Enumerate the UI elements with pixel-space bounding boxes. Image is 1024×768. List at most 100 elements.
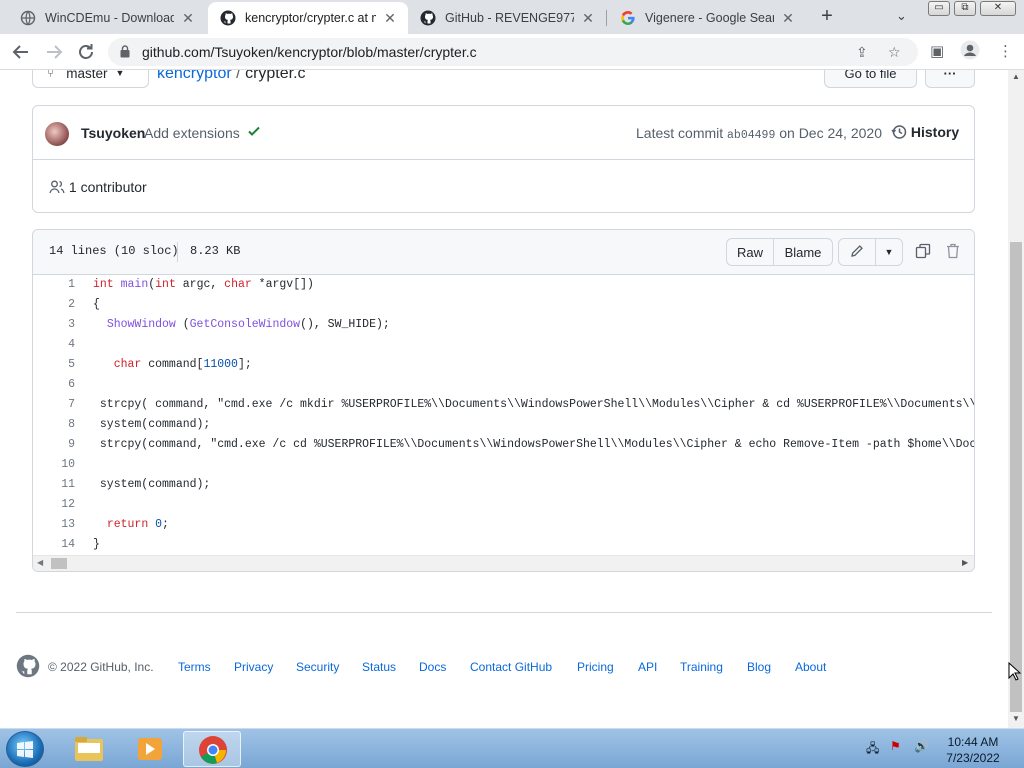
system-clock[interactable]: 10:44 AM 7/23/2022: [940, 735, 1006, 765]
footer-link-pricing[interactable]: Pricing: [577, 660, 614, 674]
branch-icon: ⑂: [47, 70, 55, 80]
close-icon[interactable]: ✕: [780, 10, 796, 27]
scrollbar-thumb[interactable]: [1010, 242, 1022, 712]
footer-link-api[interactable]: API: [638, 660, 657, 674]
commit-box: Tsuyoken Add extensions Latest commit ab…: [32, 105, 975, 213]
volume-icon[interactable]: 🔊: [914, 739, 929, 753]
close-icon[interactable]: ✕: [382, 10, 398, 27]
close-icon[interactable]: ✕: [580, 10, 596, 27]
clock-date: 7/23/2022: [946, 751, 1000, 765]
line-number[interactable]: 2: [33, 295, 75, 315]
line-number[interactable]: 8: [33, 415, 75, 435]
raw-button[interactable]: Raw: [726, 238, 774, 266]
file-header: 14 lines (10 sloc) 8.23 KB Raw Blame ▼: [33, 230, 974, 275]
line-number[interactable]: 7: [33, 395, 75, 415]
windows-logo-icon: [17, 741, 33, 758]
line-number[interactable]: 4: [33, 335, 75, 355]
footer-link-security[interactable]: Security: [296, 660, 339, 674]
github-logo-icon[interactable]: [16, 654, 40, 681]
line-number[interactable]: 9: [33, 435, 75, 455]
close-icon[interactable]: ✕: [180, 10, 196, 27]
copy-icon[interactable]: [915, 243, 931, 262]
check-icon: [247, 124, 261, 141]
avatar[interactable]: [45, 122, 69, 146]
scroll-down-icon[interactable]: ▼: [1012, 714, 1020, 723]
footer-link-contact[interactable]: Contact GitHub: [470, 660, 552, 674]
more-options-button[interactable]: ···: [925, 70, 975, 88]
windows-taskbar: 🖧 ⚑ 🔊 10:44 AM 7/23/2022: [0, 728, 1024, 768]
caret-down-icon: ▼: [884, 247, 894, 257]
forward-button[interactable]: [42, 40, 66, 64]
close-window-button[interactable]: ✕: [980, 1, 1016, 16]
tab-crypter[interactable]: kencryptor/crypter.c at m ✕: [208, 2, 408, 34]
profile-avatar-icon[interactable]: [960, 40, 980, 64]
divider: [177, 242, 178, 262]
code-text: int main(int argc, char *argv[]): [93, 278, 314, 291]
page-content: ⑂ master ▼ kencryptor / crypter.c Go to …: [0, 70, 1008, 728]
pencil-icon: [850, 244, 864, 261]
scroll-up-icon[interactable]: ▲: [1012, 72, 1020, 81]
network-icon[interactable]: 🖧: [866, 739, 879, 760]
restore-window-button[interactable]: ⧉: [954, 1, 976, 16]
start-button[interactable]: [6, 731, 44, 767]
bookmark-star-icon[interactable]: ☆: [888, 44, 901, 61]
scroll-right-icon[interactable]: ▶: [962, 558, 968, 567]
code-line: 7 strcpy( command, "cmd.exe /c mkdir %US…: [33, 395, 974, 415]
side-panel-icon[interactable]: ▣: [930, 42, 944, 60]
back-button[interactable]: [9, 40, 33, 64]
file-lines-info: 14 lines (10 sloc): [49, 244, 179, 258]
tab-revenge977[interactable]: GitHub - REVENGE977/R ✕: [408, 2, 606, 34]
vertical-scrollbar[interactable]: ▲ ▼: [1008, 70, 1024, 728]
line-number[interactable]: 6: [33, 375, 75, 395]
line-number[interactable]: 14: [33, 535, 75, 555]
commit-author[interactable]: Tsuyoken: [81, 125, 145, 141]
commit-hash[interactable]: ab04499: [727, 129, 775, 142]
contributors-row[interactable]: 1 contributor: [49, 179, 147, 195]
line-number[interactable]: 5: [33, 355, 75, 375]
trash-icon[interactable]: [946, 243, 960, 262]
address-bar[interactable]: github.com/Tsuyoken/kencryptor/blob/mast…: [108, 38, 918, 66]
action-center-icon[interactable]: ⚑: [890, 739, 901, 753]
google-icon: [620, 10, 636, 26]
kebab-menu-icon[interactable]: ⋮: [998, 42, 1013, 60]
folder-icon: [75, 737, 103, 761]
tab-wincdemu[interactable]: WinCDEmu - Download ✕: [8, 2, 206, 34]
line-number[interactable]: 3: [33, 315, 75, 335]
line-number[interactable]: 10: [33, 455, 75, 475]
blame-button[interactable]: Blame: [773, 238, 833, 266]
tab-title: kencryptor/crypter.c at m: [245, 11, 376, 25]
go-to-file-button[interactable]: Go to file: [824, 70, 917, 88]
new-tab-button[interactable]: +: [816, 5, 838, 27]
footer-link-privacy[interactable]: Privacy: [234, 660, 273, 674]
line-number[interactable]: 11: [33, 475, 75, 495]
scrollbar-thumb[interactable]: [51, 558, 67, 569]
line-number[interactable]: 1: [33, 275, 75, 295]
commit-message[interactable]: Add extensions: [144, 125, 240, 141]
share-icon[interactable]: ⇪: [856, 44, 868, 61]
taskbar-explorer-button[interactable]: [60, 731, 118, 767]
edit-options-button[interactable]: ▼: [875, 238, 903, 266]
taskbar-media-player-button[interactable]: [121, 731, 179, 767]
branch-selector-button[interactable]: ⑂ master ▼: [32, 70, 149, 88]
footer-link-terms[interactable]: Terms: [178, 660, 211, 674]
minimize-window-button[interactable]: ▭: [928, 1, 950, 16]
reload-button[interactable]: [74, 40, 98, 64]
edit-button[interactable]: [838, 238, 876, 266]
footer-link-blog[interactable]: Blog: [747, 660, 771, 674]
code-area[interactable]: 1 int main(int argc, char *argv[]) 2{3 Sho…: [33, 275, 974, 555]
line-number[interactable]: 12: [33, 495, 75, 515]
footer-link-training[interactable]: Training: [680, 660, 723, 674]
tab-vigenere[interactable]: Vigenere - Google Search ✕: [608, 2, 806, 34]
url-text[interactable]: github.com/Tsuyoken/kencryptor/blob/mast…: [142, 44, 477, 60]
taskbar-chrome-button[interactable]: [183, 731, 241, 767]
line-number[interactable]: 13: [33, 515, 75, 535]
scroll-left-icon[interactable]: ◀: [37, 558, 43, 567]
footer-link-status[interactable]: Status: [362, 660, 396, 674]
people-icon: [49, 179, 69, 195]
horizontal-scrollbar[interactable]: ◀ ▶: [33, 555, 974, 571]
footer-link-docs[interactable]: Docs: [419, 660, 446, 674]
breadcrumb-repo-link[interactable]: kencryptor: [157, 70, 232, 82]
footer-link-about[interactable]: About: [795, 660, 826, 674]
chevron-down-icon[interactable]: ⌄: [896, 8, 907, 24]
history-link[interactable]: History: [891, 124, 959, 140]
